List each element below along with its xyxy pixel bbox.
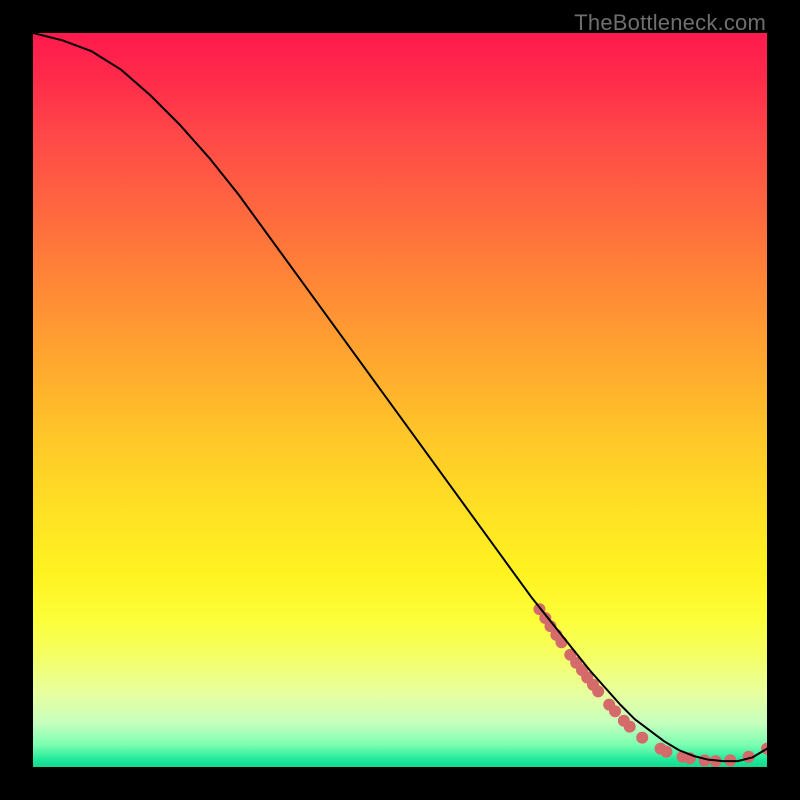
curve-marker bbox=[592, 685, 604, 697]
curve-marker bbox=[636, 732, 648, 744]
curve-marker bbox=[660, 746, 672, 758]
curve-marker bbox=[555, 636, 567, 648]
chart-stage: TheBottleneck.com bbox=[0, 0, 800, 800]
plot-area bbox=[33, 33, 767, 767]
curve-marker bbox=[624, 721, 636, 733]
marker-group bbox=[533, 603, 767, 767]
watermark-text: TheBottleneck.com bbox=[574, 10, 766, 36]
curve-marker bbox=[609, 705, 621, 717]
curve-layer bbox=[33, 33, 767, 767]
bottleneck-curve bbox=[33, 33, 767, 761]
